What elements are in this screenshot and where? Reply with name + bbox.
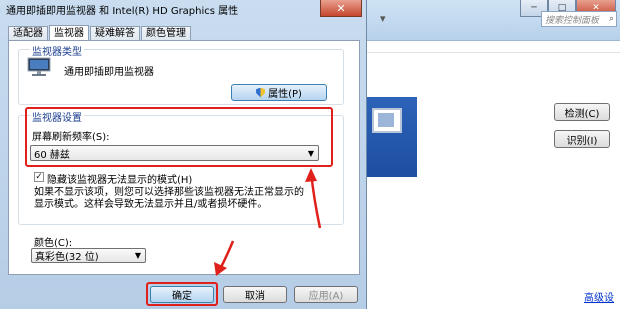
color-depth-dropdown[interactable]: 真彩色(32 位) ▼ [31,248,146,263]
tab-adapter[interactable]: 适配器 [8,26,48,41]
advanced-settings-link[interactable]: 高级设 [584,289,614,304]
apply-button[interactable]: 应用(A) [294,286,358,303]
color-label: 颜色(C): [34,238,73,249]
monitor-name: 通用即插即用监视器 [64,67,154,78]
properties-button-label: 属性(P) [268,89,302,100]
properties-button[interactable]: 属性(P) [231,84,327,101]
color-depth-value: 真彩色(32 位) [35,252,99,263]
monitor-icon [27,57,51,76]
tab-strip: 适配器 监视器 疑难解答 颜色管理 [8,24,192,42]
shield-icon [256,87,266,98]
hide-modes-checkbox[interactable]: ✓ [34,172,44,182]
divider [360,52,620,53]
cancel-button[interactable]: 取消 [223,286,287,303]
highlight-box-ok [146,282,218,306]
warning-text-line2: 显示模式。这样会导致无法显示并且/或者损坏硬件。 [34,199,268,210]
tab-color-management[interactable]: 颜色管理 [141,26,191,41]
chevron-down-icon: ▼ [134,251,141,260]
identify-button[interactable]: 识别(I) [554,130,610,148]
search-icon[interactable]: ⌕ [609,14,614,24]
monitor-thumbnail-icon[interactable] [372,108,402,133]
monitor-type-title: 监视器类型 [30,43,84,58]
search-placeholder: 搜索控制面板 [545,15,600,26]
highlight-box-settings [25,107,333,167]
search-input[interactable]: 搜索控制面板 ⌕ [541,11,617,27]
detect-button[interactable]: 检测(C) [554,103,610,121]
tab-troubleshoot[interactable]: 疑难解答 [90,26,140,41]
close-icon[interactable]: ✕ [320,0,362,17]
nav-dropdown-icon[interactable]: ▾ [380,12,386,25]
dialog-title: 通用即插即用监视器 和 Intel(R) HD Graphics 属性 [6,6,239,17]
